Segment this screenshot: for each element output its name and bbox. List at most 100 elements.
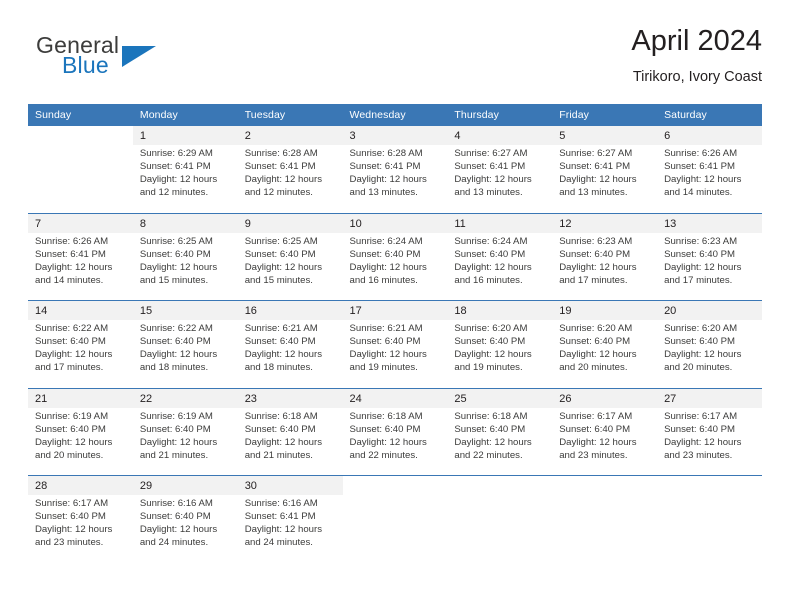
daylight-text-line1: Daylight: 12 hours xyxy=(454,261,532,273)
day-detail-cell: Sunrise: 6:25 AM Sunset: 6:40 PM Dayligh… xyxy=(132,232,238,301)
daylight-text-line1: Daylight: 12 hours xyxy=(139,174,218,186)
day-detail-cell: Sunrise: 6:16 AM Sunset: 6:40 PM Dayligh… xyxy=(132,495,238,563)
sunset-text: Sunset: 6:40 PM xyxy=(454,248,526,260)
daylight-text-line2: and 21 minutes. xyxy=(139,449,209,461)
day-detail-cell: Sunrise: 6:22 AM Sunset: 6:40 PM Dayligh… xyxy=(132,320,238,388)
week-details-row: Sunrise: 6:29 AM Sunset: 6:41 PM Dayligh… xyxy=(28,145,762,213)
sunset-text: Sunset: 6:41 PM xyxy=(664,161,735,173)
day-number-cell: 18 xyxy=(447,300,553,320)
day-number-cell: 26 xyxy=(552,387,658,408)
daylight-text-line1: Daylight: 12 hours xyxy=(35,261,113,273)
sunrise-text: Sunrise: 6:27 AM xyxy=(559,148,633,159)
day-detail-cell: Sunrise: 6:24 AM Sunset: 6:40 PM Dayligh… xyxy=(342,232,448,301)
sunrise-text: Sunrise: 6:27 AM xyxy=(454,148,528,159)
sunset-text: Sunset: 6:41 PM xyxy=(35,248,106,260)
weekday-header-tuesday: Tuesday xyxy=(237,104,343,126)
sunset-text: Sunset: 6:40 PM xyxy=(559,248,631,260)
sunset-text: Sunset: 6:41 PM xyxy=(244,511,316,523)
sunset-text: Sunset: 6:40 PM xyxy=(35,423,106,435)
week-daynumbers-row: 7 8 9 10 11 12 13 xyxy=(28,212,762,233)
daylight-text-line2: and 14 minutes. xyxy=(35,274,104,286)
sunset-text: Sunset: 6:40 PM xyxy=(454,423,526,435)
daylight-text-line1: Daylight: 12 hours xyxy=(35,349,113,361)
day-number-cell xyxy=(342,475,448,495)
day-number-cell: 15 xyxy=(132,300,238,320)
day-detail-cell: Sunrise: 6:18 AM Sunset: 6:40 PM Dayligh… xyxy=(447,407,553,476)
day-detail-cell: Sunrise: 6:19 AM Sunset: 6:40 PM Dayligh… xyxy=(28,407,133,476)
sunset-text: Sunset: 6:40 PM xyxy=(454,336,526,348)
week-daynumbers-row: 28 29 30 xyxy=(28,475,762,495)
day-number-cell: 19 xyxy=(552,300,658,320)
day-detail-cell xyxy=(552,495,658,563)
day-detail-cell: Sunrise: 6:28 AM Sunset: 6:41 PM Dayligh… xyxy=(342,145,448,213)
weekday-header-monday: Monday xyxy=(132,104,238,126)
weekday-header-wednesday: Wednesday xyxy=(342,104,448,126)
day-number-cell: 29 xyxy=(132,475,238,495)
day-detail-cell: Sunrise: 6:20 AM Sunset: 6:40 PM Dayligh… xyxy=(447,320,553,388)
daylight-text-line1: Daylight: 12 hours xyxy=(349,174,427,186)
daylight-text-line2: and 17 minutes. xyxy=(664,274,733,286)
weekday-header-sunday: Sunday xyxy=(28,104,133,126)
daylight-text-line1: Daylight: 12 hours xyxy=(559,174,637,186)
daylight-text-line2: and 15 minutes. xyxy=(244,274,313,286)
sunset-text: Sunset: 6:40 PM xyxy=(349,423,421,435)
sunset-text: Sunset: 6:40 PM xyxy=(664,423,735,435)
weekday-header-friday: Friday xyxy=(552,104,658,126)
sunrise-text: Sunrise: 6:20 AM xyxy=(454,323,528,334)
daylight-text-line2: and 20 minutes. xyxy=(664,362,733,374)
daylight-text-line1: Daylight: 12 hours xyxy=(244,524,323,536)
daylight-text-line1: Daylight: 12 hours xyxy=(664,436,742,448)
daylight-text-line2: and 24 minutes. xyxy=(244,537,313,549)
daylight-text-line1: Daylight: 12 hours xyxy=(664,261,742,273)
day-number-cell: 14 xyxy=(28,300,133,320)
daylight-text-line1: Daylight: 12 hours xyxy=(35,436,113,448)
day-number-cell: 24 xyxy=(342,387,448,408)
week-details-row: Sunrise: 6:19 AM Sunset: 6:40 PM Dayligh… xyxy=(28,407,762,476)
day-detail-cell: Sunrise: 6:19 AM Sunset: 6:40 PM Dayligh… xyxy=(132,407,238,476)
sunrise-text: Sunrise: 6:25 AM xyxy=(139,235,213,247)
daylight-text-line1: Daylight: 12 hours xyxy=(244,261,323,273)
day-number-cell: 5 xyxy=(552,126,658,145)
day-detail-cell: Sunrise: 6:25 AM Sunset: 6:40 PM Dayligh… xyxy=(237,232,343,301)
sunset-text: Sunset: 6:40 PM xyxy=(244,336,316,348)
day-number-cell: 13 xyxy=(657,212,762,233)
day-detail-cell: Sunrise: 6:24 AM Sunset: 6:40 PM Dayligh… xyxy=(447,232,553,301)
day-number-cell: 2 xyxy=(237,126,343,145)
day-number-cell: 22 xyxy=(132,387,238,408)
sunrise-text: Sunrise: 6:23 AM xyxy=(559,235,633,247)
day-detail-cell: Sunrise: 6:28 AM Sunset: 6:41 PM Dayligh… xyxy=(237,145,343,213)
daylight-text-line2: and 19 minutes. xyxy=(349,362,418,374)
day-detail-cell xyxy=(342,495,448,563)
day-detail-cell: Sunrise: 6:27 AM Sunset: 6:41 PM Dayligh… xyxy=(552,145,658,213)
sunrise-text: Sunrise: 6:19 AM xyxy=(139,410,213,422)
sunset-text: Sunset: 6:41 PM xyxy=(244,161,316,173)
daylight-text-line1: Daylight: 12 hours xyxy=(139,524,218,536)
day-number-cell: 6 xyxy=(657,126,762,145)
day-number-cell: 11 xyxy=(447,212,553,233)
sunrise-text: Sunrise: 6:24 AM xyxy=(349,235,423,247)
sunset-text: Sunset: 6:41 PM xyxy=(139,161,211,173)
day-number-cell: 17 xyxy=(342,300,448,320)
day-number-cell: 4 xyxy=(447,126,553,145)
sunrise-text: Sunrise: 6:28 AM xyxy=(349,148,423,159)
day-detail-cell: Sunrise: 6:26 AM Sunset: 6:41 PM Dayligh… xyxy=(28,232,133,301)
daylight-text-line2: and 17 minutes. xyxy=(35,362,104,374)
sunrise-text: Sunrise: 6:21 AM xyxy=(349,323,423,334)
sunset-text: Sunset: 6:41 PM xyxy=(559,161,631,173)
day-number-cell: 21 xyxy=(28,387,133,408)
daylight-text-line1: Daylight: 12 hours xyxy=(349,349,427,361)
sunset-text: Sunset: 6:41 PM xyxy=(349,161,421,173)
day-detail-cell: Sunrise: 6:18 AM Sunset: 6:40 PM Dayligh… xyxy=(342,407,448,476)
daylight-text-line1: Daylight: 12 hours xyxy=(454,174,532,186)
daylight-text-line1: Daylight: 12 hours xyxy=(139,261,218,273)
daylight-text-line2: and 15 minutes. xyxy=(139,274,209,286)
weekday-header-saturday: Saturday xyxy=(657,104,762,126)
day-number-cell: 27 xyxy=(657,387,762,408)
day-number-cell: 20 xyxy=(657,300,762,320)
daylight-text-line1: Daylight: 12 hours xyxy=(559,349,637,361)
daylight-text-line1: Daylight: 12 hours xyxy=(454,349,532,361)
sunrise-text: Sunrise: 6:22 AM xyxy=(139,323,213,334)
calendar-page: General Blue April 2024 Tirikoro, Ivory … xyxy=(0,0,792,612)
daylight-text-line1: Daylight: 12 hours xyxy=(244,174,323,186)
daylight-text-line1: Daylight: 12 hours xyxy=(664,174,742,186)
